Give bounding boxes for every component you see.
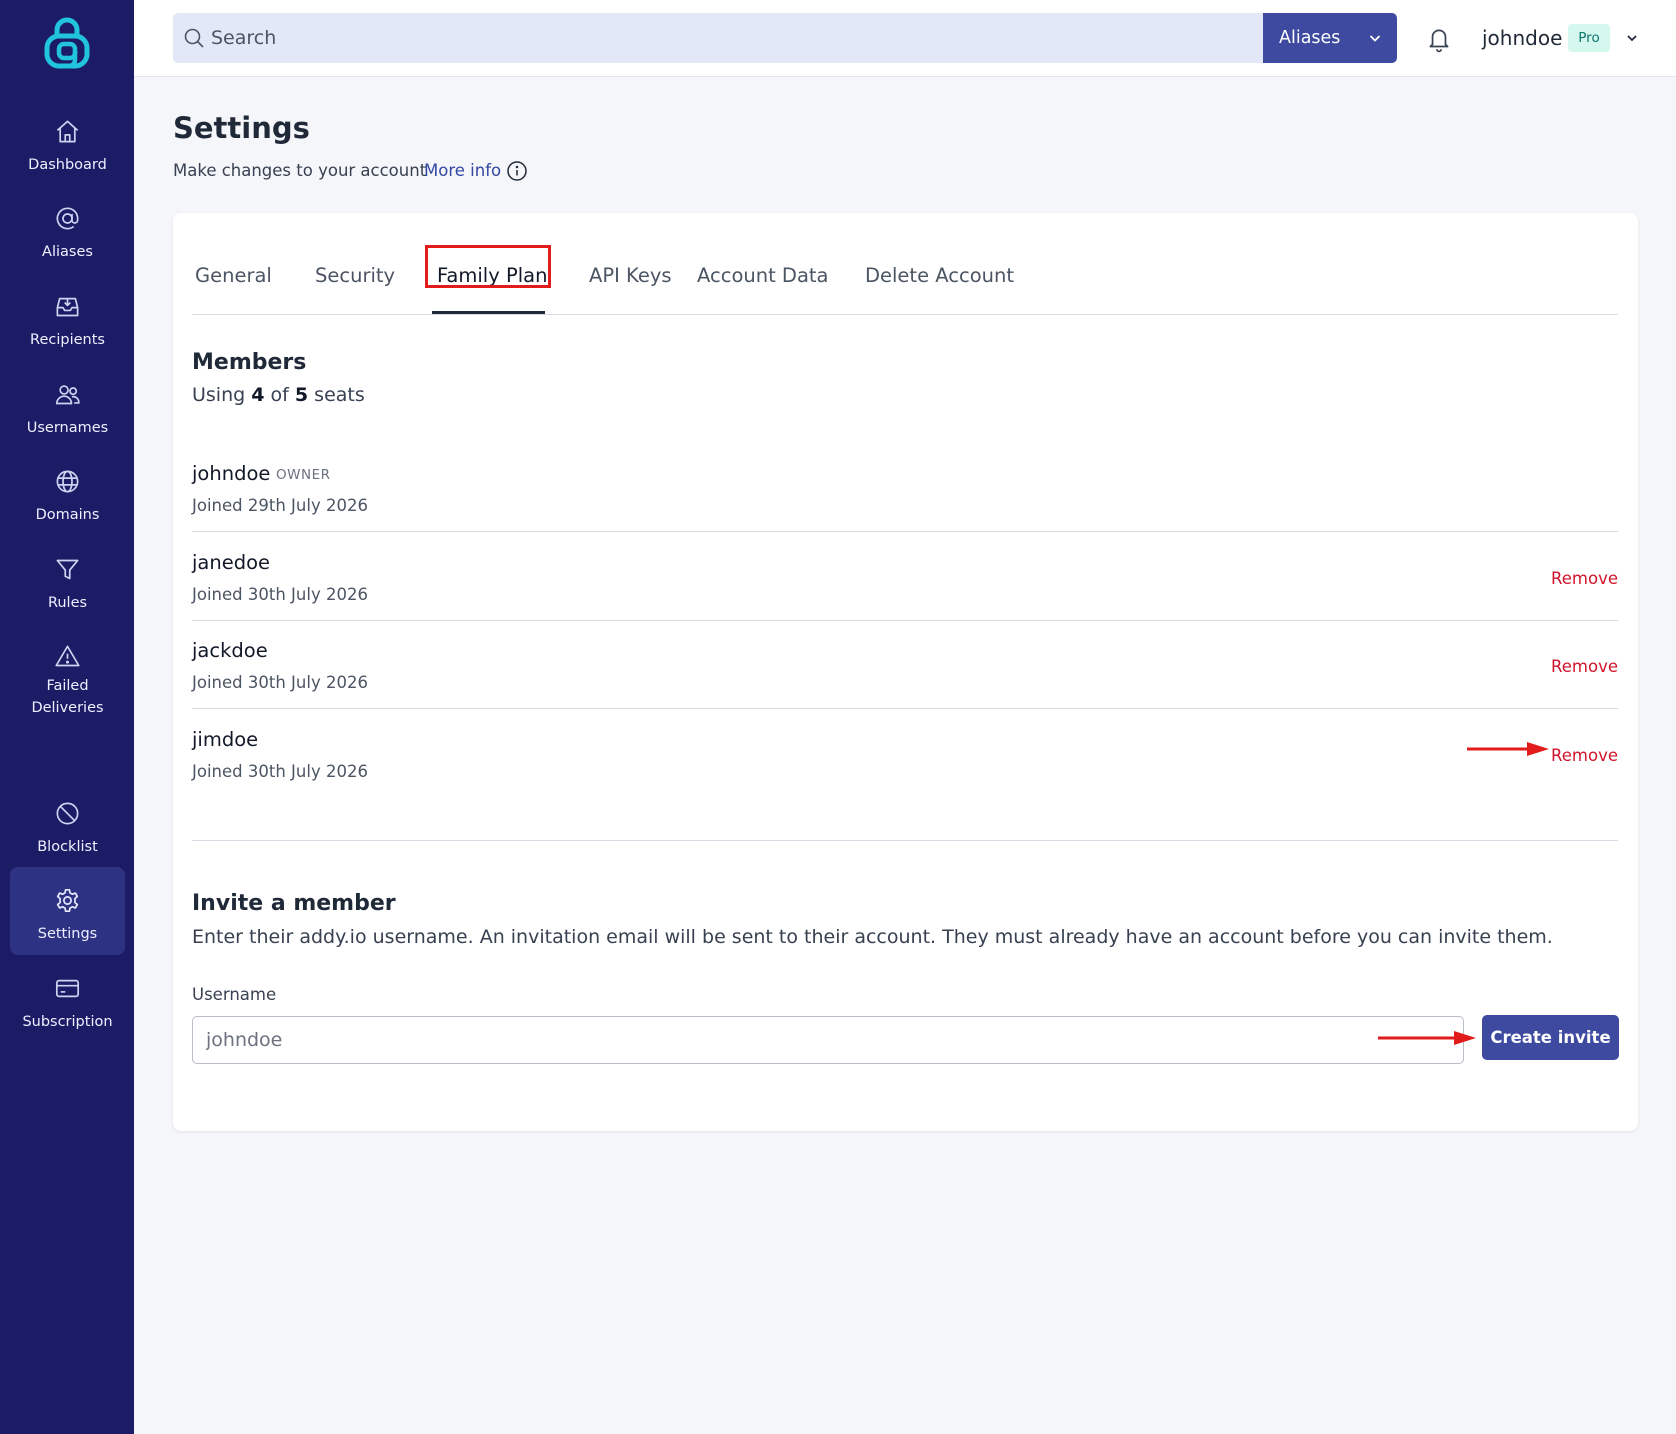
member-row: jackdoe Joined 30th July 2026 Remove: [192, 621, 1618, 709]
member-joined-date: Joined 30th July 2026: [192, 585, 368, 604]
sidebar-item-label: Aliases: [42, 244, 93, 260]
globe-icon: [54, 468, 81, 495]
sidebar-item-settings[interactable]: Settings: [10, 867, 125, 955]
sidebar-item-label: Dashboard: [28, 157, 107, 173]
at-sign-icon: [54, 205, 81, 232]
users-icon: [54, 381, 81, 408]
tab-account-data[interactable]: Account Data: [697, 261, 829, 291]
sidebar-item-rules[interactable]: Rules: [10, 536, 125, 624]
create-invite-button[interactable]: Create invite: [1482, 1015, 1619, 1060]
seats-usage: Using 4 of 5 seats: [192, 384, 365, 406]
more-info-link[interactable]: More info: [424, 159, 501, 183]
bell-icon[interactable]: [1426, 25, 1452, 53]
sidebar-item-label: Rules: [47, 595, 88, 611]
remove-member-button[interactable]: Remove: [1551, 655, 1618, 679]
sidebar-item-recipients[interactable]: Recipients: [10, 273, 125, 361]
sidebar-item-dashboard[interactable]: Dashboard: [10, 98, 125, 186]
credit-card-icon: [54, 975, 81, 1002]
remove-member-button[interactable]: Remove: [1551, 567, 1618, 591]
invite-heading: Invite a member: [192, 891, 396, 916]
warning-icon: [54, 643, 81, 670]
home-icon: [54, 118, 81, 145]
member-joined-date: Joined 30th July 2026: [192, 673, 368, 692]
members-heading: Members: [192, 350, 307, 375]
search-scope-label: Aliases: [1279, 28, 1341, 48]
tab-delete-account[interactable]: Delete Account: [865, 261, 1014, 291]
chevron-down-icon: [1367, 30, 1383, 46]
member-name: janedoe: [192, 551, 271, 574]
addy-logo-icon[interactable]: [44, 16, 90, 70]
member-joined-date: Joined 29th July 2026: [192, 496, 368, 515]
member-row: janedoe Joined 30th July 2026 Remove: [192, 533, 1618, 621]
sidebar-item-label: Blocklist: [37, 839, 98, 855]
sidebar-item-aliases[interactable]: Aliases: [10, 185, 125, 273]
settings-tabs: General Security Family Plan API Keys Ac…: [192, 245, 1618, 315]
top-bar: Aliases johndoe Pro: [134, 0, 1676, 77]
sidebar-item-blocklist[interactable]: Blocklist: [10, 780, 125, 868]
sidebar-item-label: Recipients: [30, 332, 105, 348]
inbox-icon: [54, 293, 81, 320]
sidebar-item-label: Subscription: [22, 1014, 113, 1030]
settings-card: General Security Family Plan API Keys Ac…: [173, 213, 1638, 1131]
sidebar-item-subscription[interactable]: Subscription: [10, 955, 125, 1043]
search-scope-dropdown[interactable]: Aliases: [1263, 13, 1397, 63]
search-input[interactable]: [211, 13, 1251, 63]
plan-badge: Pro: [1568, 24, 1610, 52]
info-icon[interactable]: [506, 160, 528, 182]
page-title: Settings: [173, 111, 310, 145]
user-menu-name[interactable]: johndoe: [1482, 24, 1562, 52]
sidebar-item-failed-deliveries[interactable]: Failed Deliveries: [10, 623, 125, 723]
ban-icon: [54, 800, 81, 827]
section-divider: [192, 840, 1618, 841]
member-joined-date: Joined 30th July 2026: [192, 762, 368, 781]
annotation-highlight-box: [425, 245, 551, 288]
member-name: jackdoe: [192, 639, 268, 662]
active-tab-indicator: [432, 311, 545, 314]
member-name: jimdoe: [192, 728, 259, 751]
sidebar-item-label: Failed Deliveries: [31, 678, 104, 716]
member-role-badge: OWNER: [276, 467, 331, 483]
sidebar-item-domains[interactable]: Domains: [10, 448, 125, 536]
sidebar-item-usernames[interactable]: Usernames: [10, 361, 125, 449]
sidebar-item-label: Settings: [37, 926, 98, 942]
tab-api-keys[interactable]: API Keys: [589, 261, 672, 291]
member-name: johndoe: [192, 462, 271, 485]
search-icon: [182, 26, 206, 50]
member-row: jimdoe Joined 30th July 2026 Remove: [192, 710, 1618, 798]
search-box: [173, 13, 1263, 63]
page-subtitle: Make changes to your account: [173, 161, 427, 180]
sidebar-item-label: Domains: [35, 507, 100, 523]
remove-member-button[interactable]: Remove: [1551, 744, 1618, 768]
invite-description: Enter their addy.io username. An invitat…: [192, 926, 1553, 948]
member-row: johndoe OWNER Joined 29th July 2026: [192, 444, 1618, 532]
annotation-arrow: [1378, 1031, 1476, 1045]
gear-icon: [54, 887, 81, 914]
username-input[interactable]: [192, 1016, 1464, 1064]
annotation-arrow: [1467, 742, 1549, 756]
tab-security[interactable]: Security: [315, 261, 395, 291]
chevron-down-icon[interactable]: [1625, 30, 1639, 44]
tab-general[interactable]: General: [195, 261, 272, 291]
sidebar-item-label: Usernames: [26, 420, 109, 436]
funnel-icon: [54, 556, 81, 583]
username-field-label: Username: [192, 985, 277, 1004]
sidebar: Dashboard Aliases Recipients Usernames D…: [0, 0, 134, 1434]
